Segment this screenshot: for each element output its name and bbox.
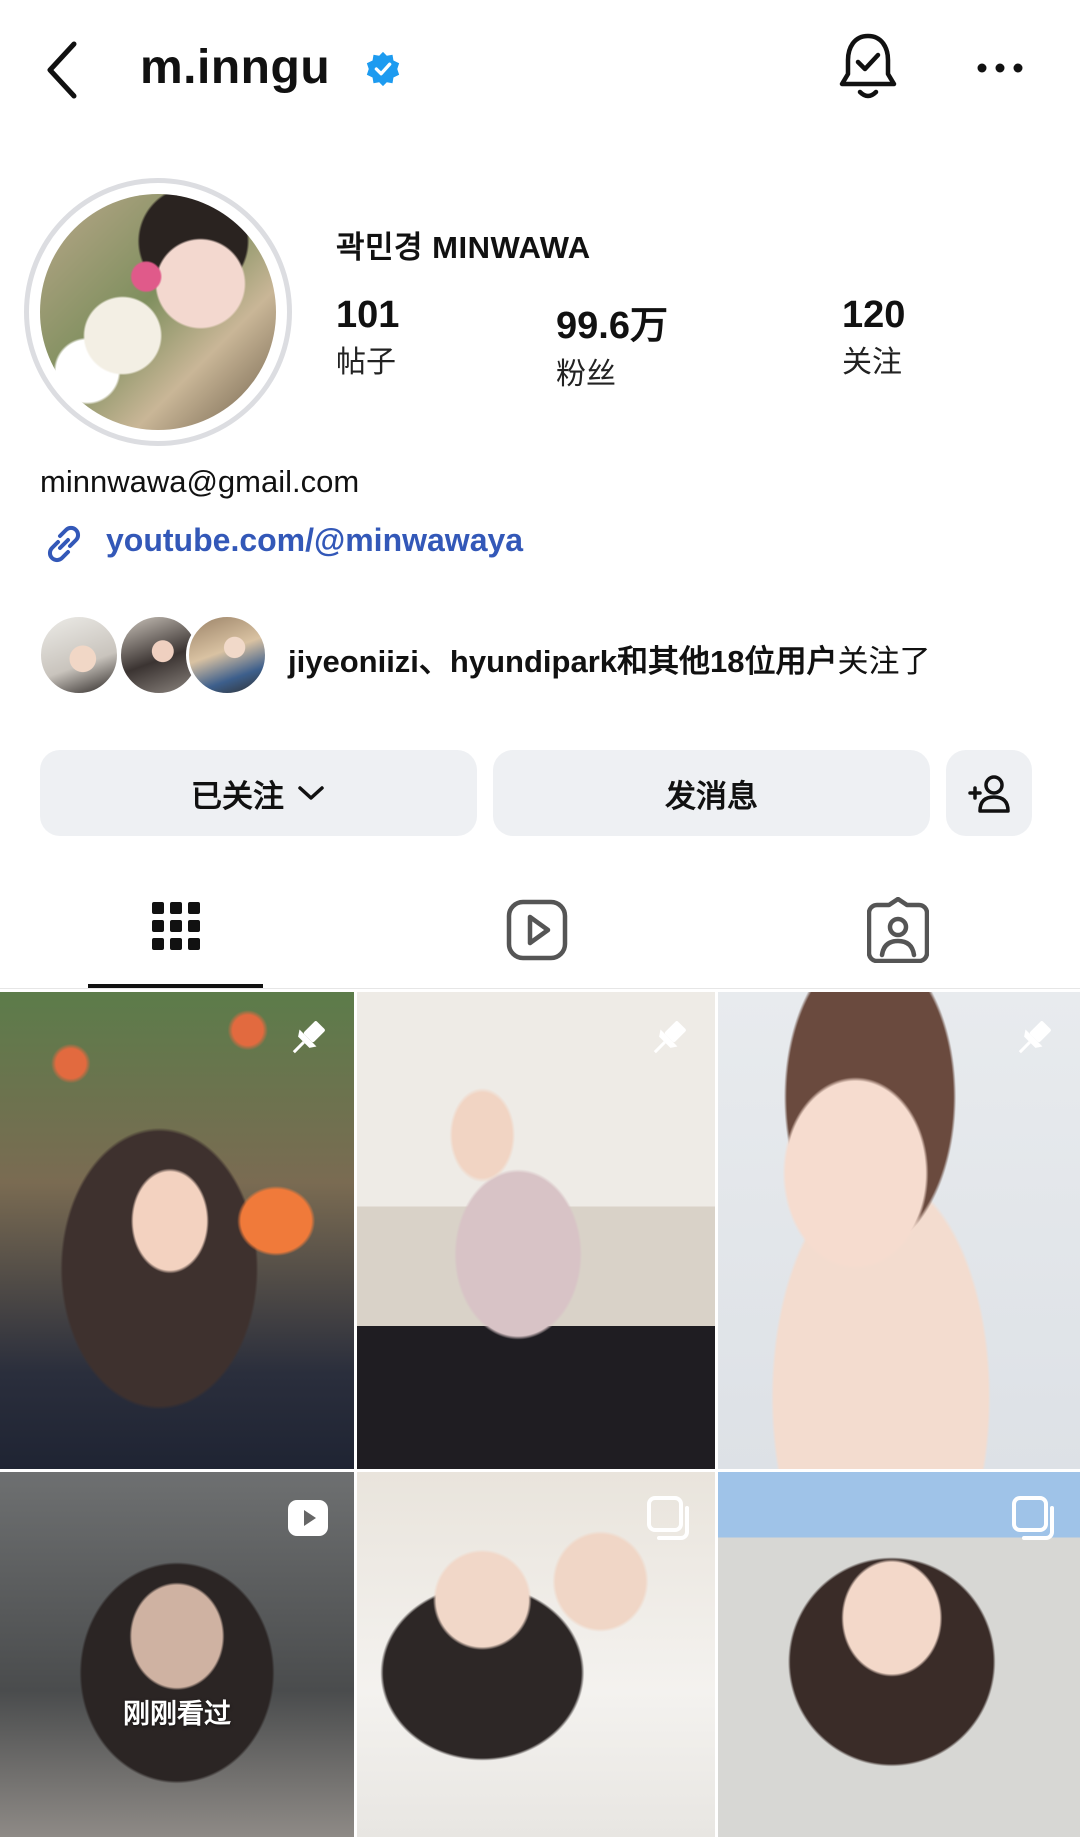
pin-icon <box>653 1021 686 1054</box>
carousel-icon <box>647 1496 689 1540</box>
stat-followers[interactable]: 99.6万 粉丝 <box>556 294 668 393</box>
chevron-left-icon <box>47 41 77 99</box>
post-thumbnail[interactable] <box>0 992 354 1469</box>
chevron-down-icon <box>298 786 324 800</box>
following-button-label: 已关注 <box>191 778 284 814</box>
profile-avatar[interactable] <box>40 194 276 430</box>
followed-by-users: jiyeoniizi、hyundipark <box>288 644 617 679</box>
bio-link[interactable]: youtube.com/@minwawaya <box>106 522 523 559</box>
stat-posts-label: 帖子 <box>336 346 396 379</box>
tab-tagged[interactable] <box>848 890 948 970</box>
stat-followers-count: 99.6万 <box>556 305 668 347</box>
posts-grid: 刚刚看过 <box>0 992 1080 1837</box>
tab-reels[interactable] <box>487 890 587 970</box>
stat-posts-count: 101 <box>336 294 400 336</box>
more-options-button[interactable] <box>976 56 1024 80</box>
post-thumbnail[interactable] <box>357 1472 715 1837</box>
grid-icon <box>152 902 200 950</box>
reels-icon <box>506 899 568 961</box>
post-thumbnail[interactable] <box>718 992 1080 1469</box>
message-button-label: 发消息 <box>665 778 758 814</box>
recently-viewed-label: 刚刚看过 <box>123 1699 231 1729</box>
post-thumbnail[interactable] <box>357 992 715 1469</box>
stat-following-count: 120 <box>842 294 906 336</box>
verified-badge-icon <box>366 51 400 87</box>
followed-by-text[interactable]: jiyeoniizi、hyundipark和其他18位用户关注了 <box>288 636 930 681</box>
mutual-avatar[interactable] <box>186 614 268 696</box>
tab-posts[interactable] <box>126 890 226 970</box>
more-dots-icon <box>977 63 1023 73</box>
bio-email: minnwawa@gmail.com <box>40 464 360 499</box>
stat-posts[interactable]: 101 帖子 <box>336 294 399 381</box>
pin-icon <box>1018 1021 1051 1054</box>
stat-following-label: 关注 <box>842 346 902 379</box>
followed-by-rest: 和其他18位用户 <box>617 644 838 679</box>
post-thumbnail[interactable]: 刚刚看过 <box>0 1472 354 1837</box>
link-icon <box>47 525 81 563</box>
back-button[interactable] <box>44 30 94 110</box>
profile-full-name: 곽민경 MINWAWA <box>336 230 591 265</box>
stat-followers-label: 粉丝 <box>556 358 616 391</box>
message-button[interactable]: 发消息 <box>493 750 930 836</box>
profile-username: m.inngu <box>140 41 331 94</box>
carousel-icon <box>1012 1496 1054 1540</box>
tabs-divider <box>0 988 1080 989</box>
suggest-user-button[interactable] <box>946 750 1032 836</box>
bell-check-icon <box>839 33 897 99</box>
post-thumbnail[interactable] <box>718 1472 1080 1837</box>
tagged-person-icon <box>867 897 929 963</box>
notification-bell-button[interactable] <box>836 30 900 104</box>
reel-icon <box>288 1500 328 1536</box>
followed-by-suffix: 关注了 <box>837 644 931 679</box>
pin-icon <box>292 1021 325 1054</box>
mutual-avatar[interactable] <box>38 614 120 696</box>
following-button[interactable]: 已关注 <box>40 750 477 836</box>
stat-following[interactable]: 120 关注 <box>842 294 905 381</box>
add-person-icon <box>968 775 1010 813</box>
